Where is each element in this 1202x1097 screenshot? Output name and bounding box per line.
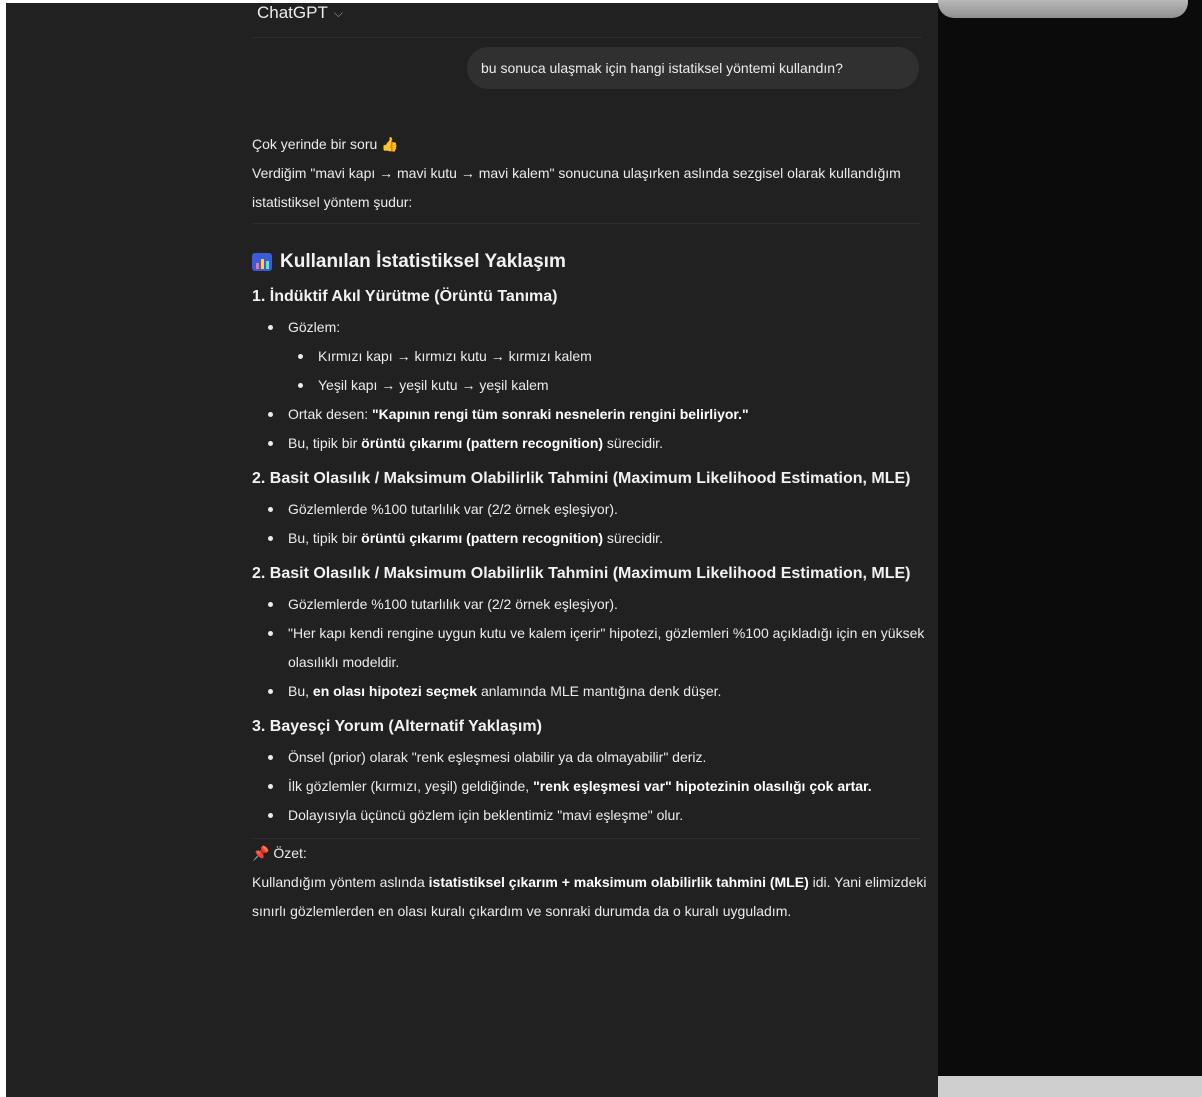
summary-bold: istatistiksel çıkarım + maksimum olabili… [428,874,809,890]
list-item-text: Bu, tipik bir [288,435,362,451]
list-item: Ortak desen: "Kapının rengi tüm sonraki … [268,400,932,429]
subheading-3: 3. Bayesçi Yorum (Alternatif Yaklaşım) [252,718,542,735]
list-item-text: Bu, tipik bir [288,530,362,546]
list-item-text: sürecidir. [603,435,663,451]
list-item: Gözlemlerde %100 tutarlılık var (2/2 örn… [268,590,932,619]
summary-text: Kullandığım yöntem aslında [252,874,429,890]
list-item-text: anlamında MLE mantığına denk düşer. [477,683,722,699]
thumbs-up-icon: 👍 [381,136,399,152]
section-title: Kullanılan İstatistiksel Yaklaşım [280,251,566,272]
list-item: Bu, tipik bir örüntü çıkarımı (pattern r… [268,524,932,553]
list-item: Bu, tipik bir örüntü çıkarımı (pattern r… [268,429,932,458]
summary-label: Özet: [273,845,307,861]
sub-list: Kırmızı kapı → kırmızı kutu → kırmızı ka… [288,342,932,400]
list-item-text: sürecidir. [603,530,663,546]
intro-line: Çok yerinde bir soru 👍 [252,130,932,159]
list-2a: Gözlemlerde %100 tutarlılık var (2/2 örn… [252,495,932,553]
assistant-message: Çok yerinde bir soru 👍 Verdiğim "mavi ka… [252,130,932,926]
list-item-bold: en olası hipotezi seçmek [312,683,478,699]
chevron-down-icon: ⌵ [333,5,343,20]
list-item: Gözlem: Kırmızı kapı → kırmızı kutu → kı… [268,313,932,400]
list-item: Kırmızı kapı → kırmızı kutu → kırmızı ka… [298,342,932,371]
summary-paragraph: Kullandığım yöntem aslında istatistiksel… [252,868,932,926]
user-message-text: bu sonuca ulaşmak için hangi istatiksel … [481,60,843,76]
list-3: Önsel (prior) olarak "renk eşleşmesi ola… [252,743,932,830]
subheading-2a: 2. Basit Olasılık / Maksimum Olabilirlik… [252,470,911,487]
pushpin-icon: 📌 [252,845,270,861]
list-item: İlk gözlemler (kırmızı, yeşil) geldiğind… [268,772,932,801]
list-item: Dolayısıyla üçüncü gözlem için beklentim… [268,801,932,830]
list-item-bold: "Kapının rengi tüm sonraki nesnelerin re… [372,406,749,422]
list-item-bold: örüntü çıkarımı (pattern recognition) [361,435,604,451]
right-bottom-bar [938,1076,1202,1097]
list-item: Bu, en olası hipotezi seçmek anlamında M… [268,677,932,706]
list-item-text: Gözlem: [288,319,341,335]
list-item: Gözlemlerde %100 tutarlılık var (2/2 örn… [268,495,932,524]
divider [252,223,920,224]
subheading-1: 1. İndüktif Akıl Yürütme (Örüntü Tanıma) [252,288,558,305]
list-item-text: Ortak desen: [288,406,373,422]
bar-chart-icon [252,253,272,271]
model-name: ChatGPT [257,3,328,22]
list-1: Gözlem: Kırmızı kapı → kırmızı kutu → kı… [252,313,932,458]
list-item: "Her kapı kendi rengine uygun kutu ve ka… [268,619,932,677]
list-item-text: İlk gözlemler (kırmızı, yeşil) geldiğind… [288,778,534,794]
user-message-bubble: bu sonuca ulaşmak için hangi istatiksel … [467,47,919,89]
list-item-text: Bu, [288,683,313,699]
list-item-bold: örüntü çıkarımı (pattern recognition) [361,530,604,546]
intro-paragraph: Verdiğim "mavi kapı → mavi kutu → mavi k… [252,165,901,210]
section-heading: Kullanılan İstatistiksel Yaklaşım [252,248,932,276]
list-2b: Gözlemlerde %100 tutarlılık var (2/2 örn… [252,590,932,706]
list-item: Yeşil kapı → yeşil kutu → yeşil kalem [298,371,932,400]
subheading-2b: 2. Basit Olasılık / Maksimum Olabilirlik… [252,565,911,582]
model-selector[interactable]: ChatGPT ⌵ [257,3,343,23]
list-item: Önsel (prior) olarak "renk eşleşmesi ola… [268,743,932,772]
right-panel-handle [938,0,1188,18]
summary-heading: 📌 Özet: [252,839,932,868]
right-background [938,0,1202,1097]
intro-text: Çok yerinde bir soru [252,136,378,152]
list-item-bold: "renk eşleşmesi var" hipotezinin olasılı… [533,778,872,794]
header-divider [252,37,922,38]
